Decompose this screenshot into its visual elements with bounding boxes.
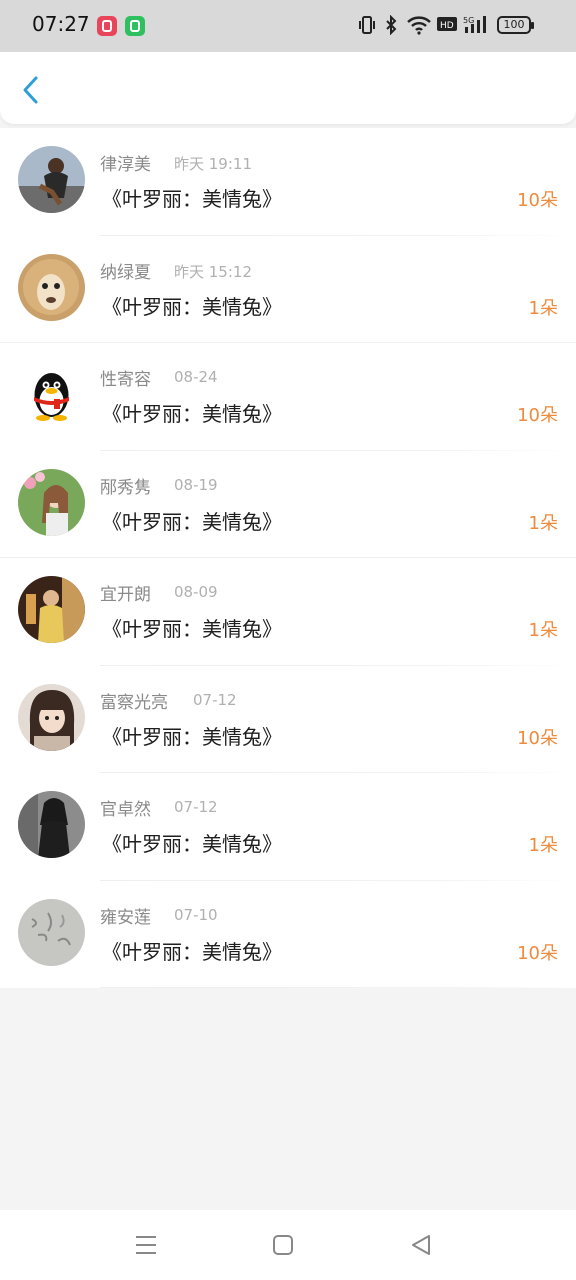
sender-name: 宜开朗 (100, 585, 151, 605)
avatar[interactable] (18, 146, 85, 213)
wifi-icon (406, 15, 432, 40)
avatar[interactable] (18, 576, 85, 643)
back-button[interactable] (18, 74, 46, 106)
bluetooth-icon (384, 14, 398, 40)
flower-count: 1朵 (528, 835, 558, 856)
menu-button[interactable] (133, 1232, 159, 1258)
hd-icon: HD (437, 15, 457, 38)
sender-name: 官卓然 (100, 800, 151, 820)
sender-name: 雍安莲 (100, 907, 151, 928)
qq-penguin-icon (18, 361, 85, 428)
list-item[interactable]: 邴秀隽 08-19 《叶罗丽：美情兔》 1朵 (0, 451, 576, 559)
sender-name: 富察光亮 (100, 692, 168, 713)
send-time: 07-10 (174, 905, 218, 924)
gift-title: 《叶罗丽：美情兔》 (102, 724, 282, 749)
svg-text:HD: HD (440, 21, 454, 31)
flower-count: 1朵 (528, 620, 558, 641)
back-nav-button[interactable] (408, 1232, 434, 1258)
avatar[interactable] (18, 253, 85, 321)
avatar[interactable] (18, 898, 85, 966)
gift-title: 《叶罗丽：美情兔》 (102, 939, 282, 964)
chevron-left-icon (23, 76, 38, 104)
send-time: 昨天 15:12 (174, 262, 252, 281)
menu-icon (136, 1236, 156, 1254)
list-item[interactable]: 性寄容 08-24 《叶罗丽：美情兔》 10朵 (0, 343, 576, 451)
gift-title: 《叶罗丽：美情兔》 (102, 187, 282, 211)
send-time: 08-09 (174, 583, 218, 601)
gift-record-list: 律淳美 昨天 19:11 《叶罗丽：美情兔》 10朵 纳绿夏 昨天 15:12 … (0, 128, 576, 988)
avatar[interactable] (18, 468, 85, 536)
sender-name: 性寄容 (100, 370, 151, 390)
flower-count: 10朵 (517, 405, 558, 426)
flower-count: 10朵 (517, 727, 558, 749)
avatar[interactable] (18, 791, 85, 858)
top-nav-bar (0, 52, 576, 124)
list-item[interactable]: 纳绿夏 昨天 15:12 《叶罗丽：美情兔》 1朵 (0, 236, 576, 344)
flower-count: 1朵 (528, 297, 558, 319)
home-button[interactable] (270, 1232, 296, 1258)
gift-title: 《叶罗丽：美情兔》 (102, 509, 282, 534)
status-time: 07:27 (32, 12, 90, 36)
status-bar: 07:27 HD 5G 100 (0, 0, 576, 52)
gift-title: 《叶罗丽：美情兔》 (102, 832, 282, 856)
svg-text:5G: 5G (463, 16, 474, 25)
flower-count: 10朵 (517, 190, 558, 211)
flower-count: 1朵 (528, 512, 558, 534)
list-item[interactable]: 官卓然 07-12 《叶罗丽：美情兔》 1朵 (0, 773, 576, 881)
list-item[interactable]: 律淳美 昨天 19:11 《叶罗丽：美情兔》 10朵 (0, 128, 576, 236)
notification-upload-icon (125, 16, 145, 36)
avatar[interactable] (18, 683, 85, 751)
send-time: 08-19 (174, 475, 218, 494)
list-item[interactable]: 富察光亮 07-12 《叶罗丽：美情兔》 10朵 (0, 666, 576, 774)
battery-icon: 100 (497, 16, 534, 34)
sender-name: 律淳美 (100, 155, 151, 175)
send-time: 07-12 (174, 798, 218, 816)
back-triangle-icon (412, 1235, 430, 1255)
list-item[interactable]: 宜开朗 08-09 《叶罗丽：美情兔》 1朵 (0, 558, 576, 666)
list-item[interactable]: 雍安莲 07-10 《叶罗丽：美情兔》 10朵 (0, 881, 576, 989)
gift-title: 《叶罗丽：美情兔》 (102, 294, 282, 319)
send-time: 昨天 19:11 (174, 155, 252, 173)
vibrate-icon (358, 15, 376, 40)
sender-name: 纳绿夏 (100, 262, 151, 283)
send-time: 08-24 (174, 368, 218, 386)
signal-5g-icon: 5G (463, 15, 491, 40)
send-time: 07-12 (193, 690, 237, 709)
avatar[interactable] (18, 361, 85, 428)
gift-title: 《叶罗丽：美情兔》 (102, 617, 282, 641)
gift-title: 《叶罗丽：美情兔》 (102, 402, 282, 426)
sender-name: 邴秀隽 (100, 477, 151, 498)
flower-count: 10朵 (517, 942, 558, 964)
notification-app-icon (97, 16, 117, 36)
home-icon (273, 1235, 293, 1255)
system-nav-bar (0, 1210, 576, 1280)
